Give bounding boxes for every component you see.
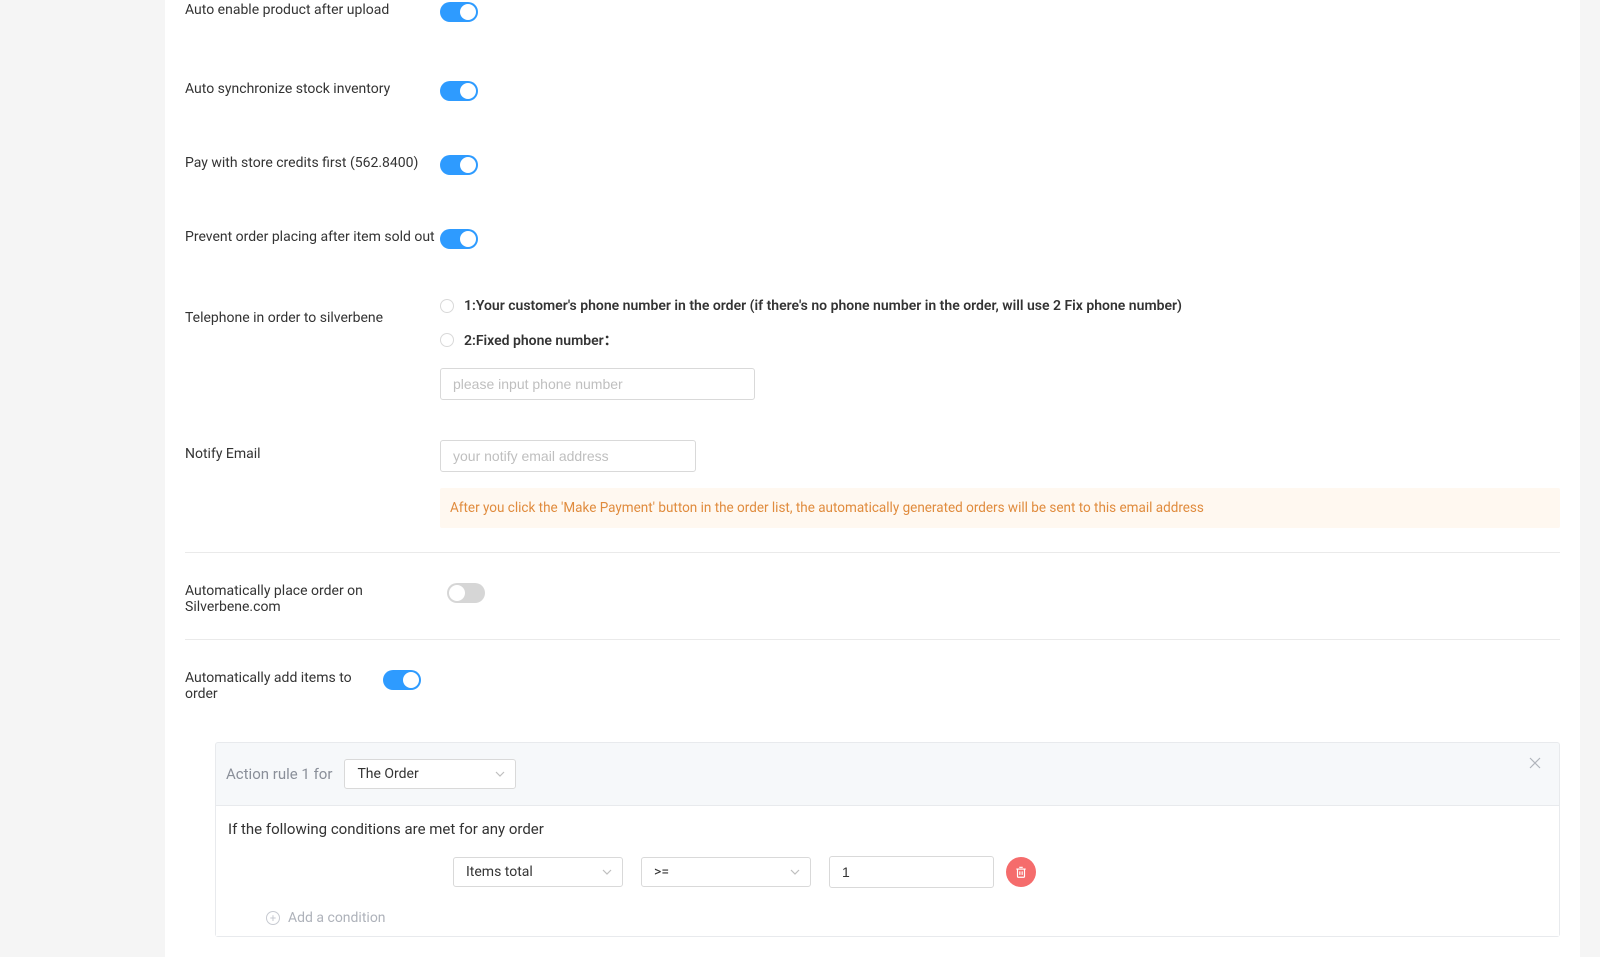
condition-operator-select[interactable]: >= [641,857,811,887]
auto-place-toggle[interactable] [447,583,485,603]
rule-target-select[interactable]: The Order [344,759,516,789]
divider [185,552,1560,553]
auto-sync-toggle[interactable] [440,81,478,101]
conditions-header: If the following conditions are met for … [228,820,1547,838]
add-condition-button[interactable]: + Add a condition [266,910,386,926]
add-condition-label: Add a condition [288,910,386,926]
rule-target-selected: The Order [357,766,418,782]
prevent-sold-out-toggle[interactable] [440,229,478,249]
auto-add-toggle[interactable] [383,670,421,690]
close-icon[interactable] [1529,757,1541,769]
condition-field-selected: Items total [466,864,533,880]
notify-email-hint: After you click the 'Make Payment' butto… [440,488,1560,528]
auto-place-label: Automatically place order on Silverbene.… [185,583,447,615]
action-rule-panel: Action rule 1 for The Order If the follo… [215,742,1560,937]
pay-credits-toggle[interactable] [440,155,478,175]
auto-sync-label: Auto synchronize stock inventory [185,81,440,97]
condition-value-input[interactable] [829,856,994,888]
notify-email-input[interactable] [440,440,696,472]
chevron-down-icon [790,869,800,875]
plus-icon: + [266,911,280,925]
telephone-radio-1[interactable] [440,299,454,313]
phone-number-input[interactable] [440,368,755,400]
pay-credits-label: Pay with store credits first (562.8400) [185,155,440,171]
auto-enable-toggle[interactable] [440,2,478,22]
telephone-radio-2-label: 2:Fixed phone number： [464,330,618,350]
prevent-sold-out-label: Prevent order placing after item sold ou… [185,229,440,245]
telephone-radio-2[interactable] [440,333,454,347]
divider-2 [185,639,1560,640]
condition-operator-selected: >= [654,864,669,880]
auto-enable-label: Auto enable product after upload [185,2,440,18]
chevron-down-icon [495,771,505,777]
chevron-down-icon [602,869,612,875]
notify-email-label: Notify Email [185,440,440,462]
trash-icon [1014,865,1028,879]
action-rule-title: Action rule 1 for [226,765,332,783]
auto-add-label: Automatically add items to order [185,670,383,702]
telephone-label: Telephone in order to silverbene [185,298,440,326]
condition-field-select[interactable]: Items total [453,857,623,887]
delete-condition-button[interactable] [1006,857,1036,887]
telephone-radio-1-label: 1:Your customer's phone number in the or… [464,298,1182,314]
condition-row: Items total >= [453,856,1547,888]
